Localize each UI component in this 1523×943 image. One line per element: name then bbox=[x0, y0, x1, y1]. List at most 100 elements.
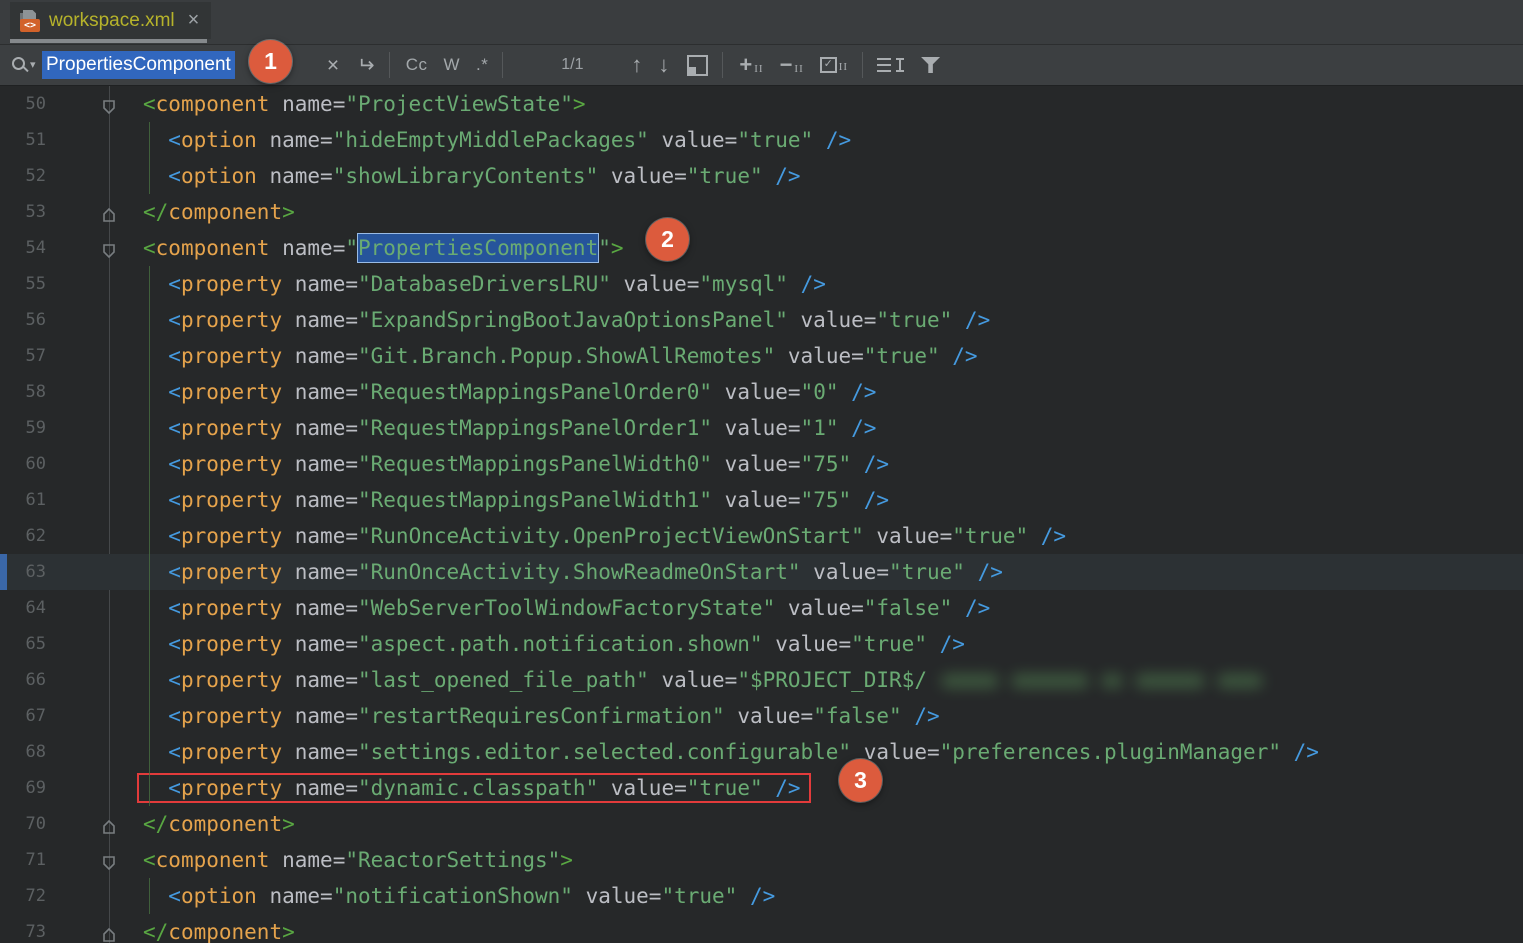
line-number[interactable]: 71 bbox=[0, 850, 46, 870]
active-tab-underline bbox=[10, 39, 207, 43]
indent-guide bbox=[149, 446, 150, 482]
line-number[interactable]: 58 bbox=[0, 382, 46, 402]
line-content: <component name="PropertiesComponent"> bbox=[143, 234, 624, 262]
regex-toggle[interactable]: .* bbox=[476, 55, 488, 75]
tab-close-icon[interactable]: × bbox=[188, 9, 200, 32]
line-number[interactable]: 69 bbox=[0, 778, 46, 798]
code-line[interactable]: 66 <property name="last_opened_file_path… bbox=[0, 662, 1523, 698]
line-content: </component> bbox=[143, 200, 295, 224]
code-line[interactable]: 62 <property name="RunOnceActivity.OpenP… bbox=[0, 518, 1523, 554]
code-line[interactable]: 73</component> bbox=[0, 914, 1523, 943]
line-number[interactable]: 55 bbox=[0, 274, 46, 294]
fold-marker-start[interactable] bbox=[101, 96, 117, 112]
code-line[interactable]: 58 <property name="RequestMappingsPanelO… bbox=[0, 374, 1523, 410]
line-number[interactable]: 70 bbox=[0, 814, 46, 834]
fold-marker-end[interactable] bbox=[101, 816, 117, 832]
newline-icon[interactable]: ↵ bbox=[357, 55, 375, 76]
line-content: <property name="RequestMappingsPanelOrde… bbox=[143, 380, 876, 404]
indent-guide bbox=[149, 158, 150, 194]
code-line[interactable]: 68 <property name="settings.editor.selec… bbox=[0, 734, 1523, 770]
previous-occurrence-button[interactable]: ↑ bbox=[631, 54, 642, 76]
line-number[interactable]: 64 bbox=[0, 598, 46, 618]
line-number[interactable]: 72 bbox=[0, 886, 46, 906]
code-line[interactable]: 72 <option name="notificationShown" valu… bbox=[0, 878, 1523, 914]
code-line[interactable]: 53 </component> bbox=[0, 194, 1523, 230]
line-number[interactable]: 61 bbox=[0, 490, 46, 510]
line-number[interactable]: 68 bbox=[0, 742, 46, 762]
code-line[interactable]: 54 <component name="PropertiesComponent"> bbox=[0, 230, 1523, 266]
fold-marker-end[interactable] bbox=[101, 924, 117, 940]
line-content: <property name="aspect.path.notification… bbox=[143, 632, 965, 656]
code-line[interactable]: 52 <option name="showLibraryContents" va… bbox=[0, 158, 1523, 194]
search-options-icon[interactable]: ▾ bbox=[10, 56, 42, 74]
code-line[interactable]: 56 <property name="ExpandSpringBootJavaO… bbox=[0, 302, 1523, 338]
line-number[interactable]: 54 bbox=[0, 238, 46, 258]
code-line[interactable]: 64 <property name="WebServerToolWindowFa… bbox=[0, 590, 1523, 626]
fold-marker-start[interactable] bbox=[101, 240, 117, 256]
separator bbox=[502, 52, 503, 78]
line-number[interactable]: 50 bbox=[0, 94, 46, 114]
indent-guide bbox=[149, 266, 150, 302]
select-all-occurrences-button[interactable]: ✓II bbox=[820, 57, 848, 73]
indent-guide bbox=[149, 482, 150, 518]
fold-marker-end[interactable] bbox=[101, 204, 117, 220]
filter-lines-icon[interactable] bbox=[877, 57, 903, 73]
line-content: </component> bbox=[143, 812, 295, 836]
line-content: <option name="showLibraryContents" value… bbox=[143, 164, 801, 188]
match-case-toggle[interactable]: Cc bbox=[406, 55, 428, 75]
annotation-badge-1: 1 bbox=[249, 40, 292, 83]
code-line[interactable]: 65 <property name="aspect.path.notificat… bbox=[0, 626, 1523, 662]
indent-guide bbox=[149, 554, 150, 590]
indent-guide bbox=[149, 374, 150, 410]
line-content: <option name="hideEmptyMiddlePackages" v… bbox=[143, 128, 851, 152]
code-line[interactable]: 61 <property name="RequestMappingsPanelW… bbox=[0, 482, 1523, 518]
clear-search-icon[interactable]: × bbox=[327, 55, 339, 76]
annotation-badge-3: 3 bbox=[839, 759, 882, 802]
line-number[interactable]: 73 bbox=[0, 922, 46, 942]
code-line[interactable]: 59 <property name="RequestMappingsPanelO… bbox=[0, 410, 1523, 446]
line-number[interactable]: 57 bbox=[0, 346, 46, 366]
whole-words-toggle[interactable]: W bbox=[443, 55, 460, 75]
line-number[interactable]: 52 bbox=[0, 166, 46, 186]
line-content: <property name="Git.Branch.Popup.ShowAll… bbox=[143, 344, 978, 368]
line-number[interactable]: 66 bbox=[0, 670, 46, 690]
code-line[interactable]: 57 <property name="Git.Branch.Popup.Show… bbox=[0, 338, 1523, 374]
next-occurrence-button[interactable]: ↓ bbox=[658, 54, 669, 76]
code-line[interactable]: 51 <option name="hideEmptyMiddlePackages… bbox=[0, 122, 1523, 158]
open-results-in-tool-window-icon[interactable] bbox=[687, 55, 708, 76]
code-line[interactable]: 71<component name="ReactorSettings"> bbox=[0, 842, 1523, 878]
indent-guide bbox=[149, 734, 150, 770]
line-number[interactable]: 53 bbox=[0, 202, 46, 222]
add-occurrence-button[interactable]: +II bbox=[739, 55, 763, 75]
find-toolbar: ▾ PropertiesComponent × ↵ Cc W .* 1/1 ↑ … bbox=[0, 45, 1523, 86]
code-line[interactable]: 67 <property name="restartRequiresConfir… bbox=[0, 698, 1523, 734]
line-content: <property name="RequestMappingsPanelWidt… bbox=[143, 452, 889, 476]
remove-occurrence-button[interactable]: −II bbox=[780, 55, 804, 75]
line-number[interactable]: 60 bbox=[0, 454, 46, 474]
line-content: <option name="notificationShown" value="… bbox=[143, 884, 775, 908]
indent-guide bbox=[149, 698, 150, 734]
code-line[interactable]: 69 <property name="dynamic.classpath" va… bbox=[0, 770, 1523, 806]
indent-guide bbox=[149, 770, 150, 806]
line-number[interactable]: 51 bbox=[0, 130, 46, 150]
separator bbox=[722, 52, 723, 78]
indent-guide bbox=[149, 122, 150, 158]
line-number[interactable]: 62 bbox=[0, 526, 46, 546]
editor-tab[interactable]: <> workspace.xml × bbox=[10, 2, 211, 39]
code-line[interactable]: 63 <property name="RunOnceActivity.ShowR… bbox=[0, 554, 1523, 590]
line-number[interactable]: 67 bbox=[0, 706, 46, 726]
search-input[interactable]: PropertiesComponent bbox=[42, 51, 235, 79]
code-line[interactable]: 70 </component> bbox=[0, 806, 1523, 842]
filter-icon[interactable] bbox=[921, 57, 940, 73]
code-editor[interactable]: 50<component name="ProjectViewState">51 … bbox=[0, 86, 1523, 943]
match-count: 1/1 bbox=[547, 56, 597, 74]
separator bbox=[389, 52, 390, 78]
line-number[interactable]: 56 bbox=[0, 310, 46, 330]
code-line[interactable]: 60 <property name="RequestMappingsPanelW… bbox=[0, 446, 1523, 482]
line-number[interactable]: 65 bbox=[0, 634, 46, 654]
line-number[interactable]: 59 bbox=[0, 418, 46, 438]
code-line[interactable]: 55 <property name="DatabaseDriversLRU" v… bbox=[0, 266, 1523, 302]
fold-marker-start[interactable] bbox=[101, 852, 117, 868]
selected-match: PropertiesComponent bbox=[358, 234, 598, 262]
code-line[interactable]: 50<component name="ProjectViewState"> bbox=[0, 86, 1523, 122]
